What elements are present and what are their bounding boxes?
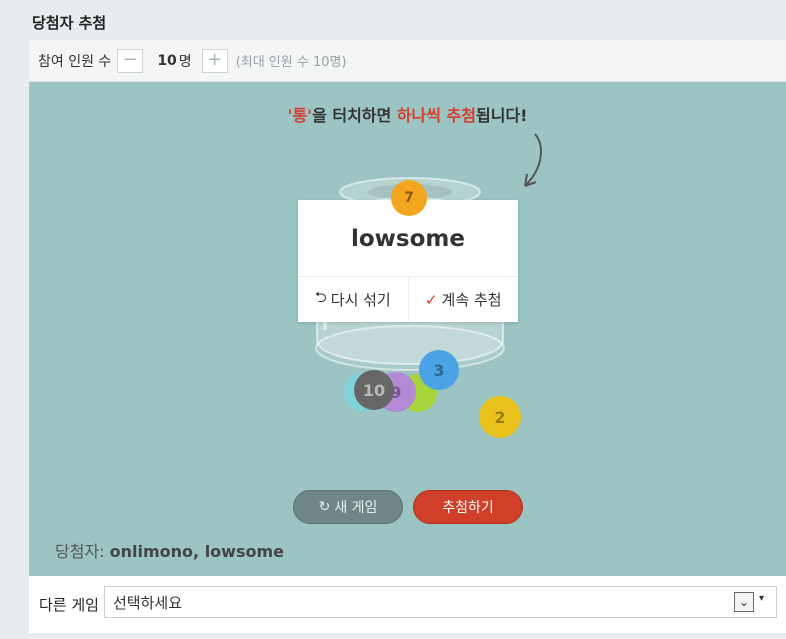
hint-highlight: 하나씩 추첨 [396, 106, 476, 125]
hint-part2: 됩니다! [476, 106, 528, 125]
participant-count-bar: 참여 인원 수 − 10 명 + (최대 인원 수 10명) [29, 40, 786, 82]
other-game-label: 다른 게임 [39, 596, 99, 614]
lottery-ball: 2 [479, 396, 521, 438]
continue-draw-label: 계속 추첨 [441, 291, 502, 309]
curved-arrow-icon [524, 133, 542, 187]
new-game-label: 새 게임 [334, 500, 378, 516]
popup-actions: ⮌ 다시 섞기 ✓ 계속 추첨 [298, 276, 518, 322]
undo-icon: ⮌ [314, 288, 327, 306]
other-game-select[interactable]: 선택하세요 ⌄ ▾ [104, 586, 777, 618]
other-game-row: 다른 게임 선택하세요 ⌄ ▾ [29, 576, 786, 633]
other-game-selected: 선택하세요 [113, 593, 183, 612]
winners-line: 당첨자: onlimono, lowsome [55, 538, 284, 562]
lottery-panel: 참여 인원 수 − 10 명 + (최대 인원 수 10명) '통'을 터치하면… [29, 40, 786, 633]
chevron-down-icon[interactable]: ⌄ [734, 592, 754, 612]
hint-part1: 을 터치하면 [312, 106, 397, 125]
participant-count-label: 참여 인원 수 [38, 53, 112, 70]
check-icon: ✓ [424, 290, 438, 309]
drawn-ball: 7 [391, 180, 427, 216]
participant-count-unit: 명 [178, 53, 192, 70]
participant-count-value: 10 [157, 52, 177, 69]
reshuffle-label: 다시 섞기 [330, 291, 391, 309]
draw-stage: '통'을 터치하면 하나씩 추첨됩니다! 8 9 10 3 2 lowsome … [29, 82, 786, 576]
new-game-button[interactable]: ↻ 새 게임 [293, 490, 403, 524]
winners-label: 당첨자: [55, 542, 110, 561]
max-participants-note: (최대 인원 수 10명) [235, 55, 347, 70]
continue-draw-button[interactable]: ✓ 계속 추첨 [407, 277, 519, 322]
winner-popup: lowsome ⮌ 다시 섞기 ✓ 계속 추첨 [298, 200, 518, 322]
dropdown-caret-icon: ▾ [758, 593, 764, 604]
lottery-ball: 3 [419, 350, 459, 390]
winners-names: onlimono, lowsome [109, 542, 284, 561]
refresh-icon: ↻ [318, 499, 331, 515]
hint-keyword: 통 [292, 106, 308, 125]
instruction-text: '통'을 터치하면 하나씩 추첨됩니다! [29, 102, 786, 126]
increase-count-button[interactable]: + [201, 48, 228, 73]
winner-name: lowsome [351, 226, 465, 252]
draw-button[interactable]: 추첨하기 [413, 490, 523, 524]
lottery-ball: 10 [354, 370, 394, 410]
reshuffle-button[interactable]: ⮌ 다시 섞기 [298, 277, 408, 322]
decrease-count-button[interactable]: − [117, 48, 144, 73]
page-title: 당첨자 추첨 [32, 14, 107, 32]
